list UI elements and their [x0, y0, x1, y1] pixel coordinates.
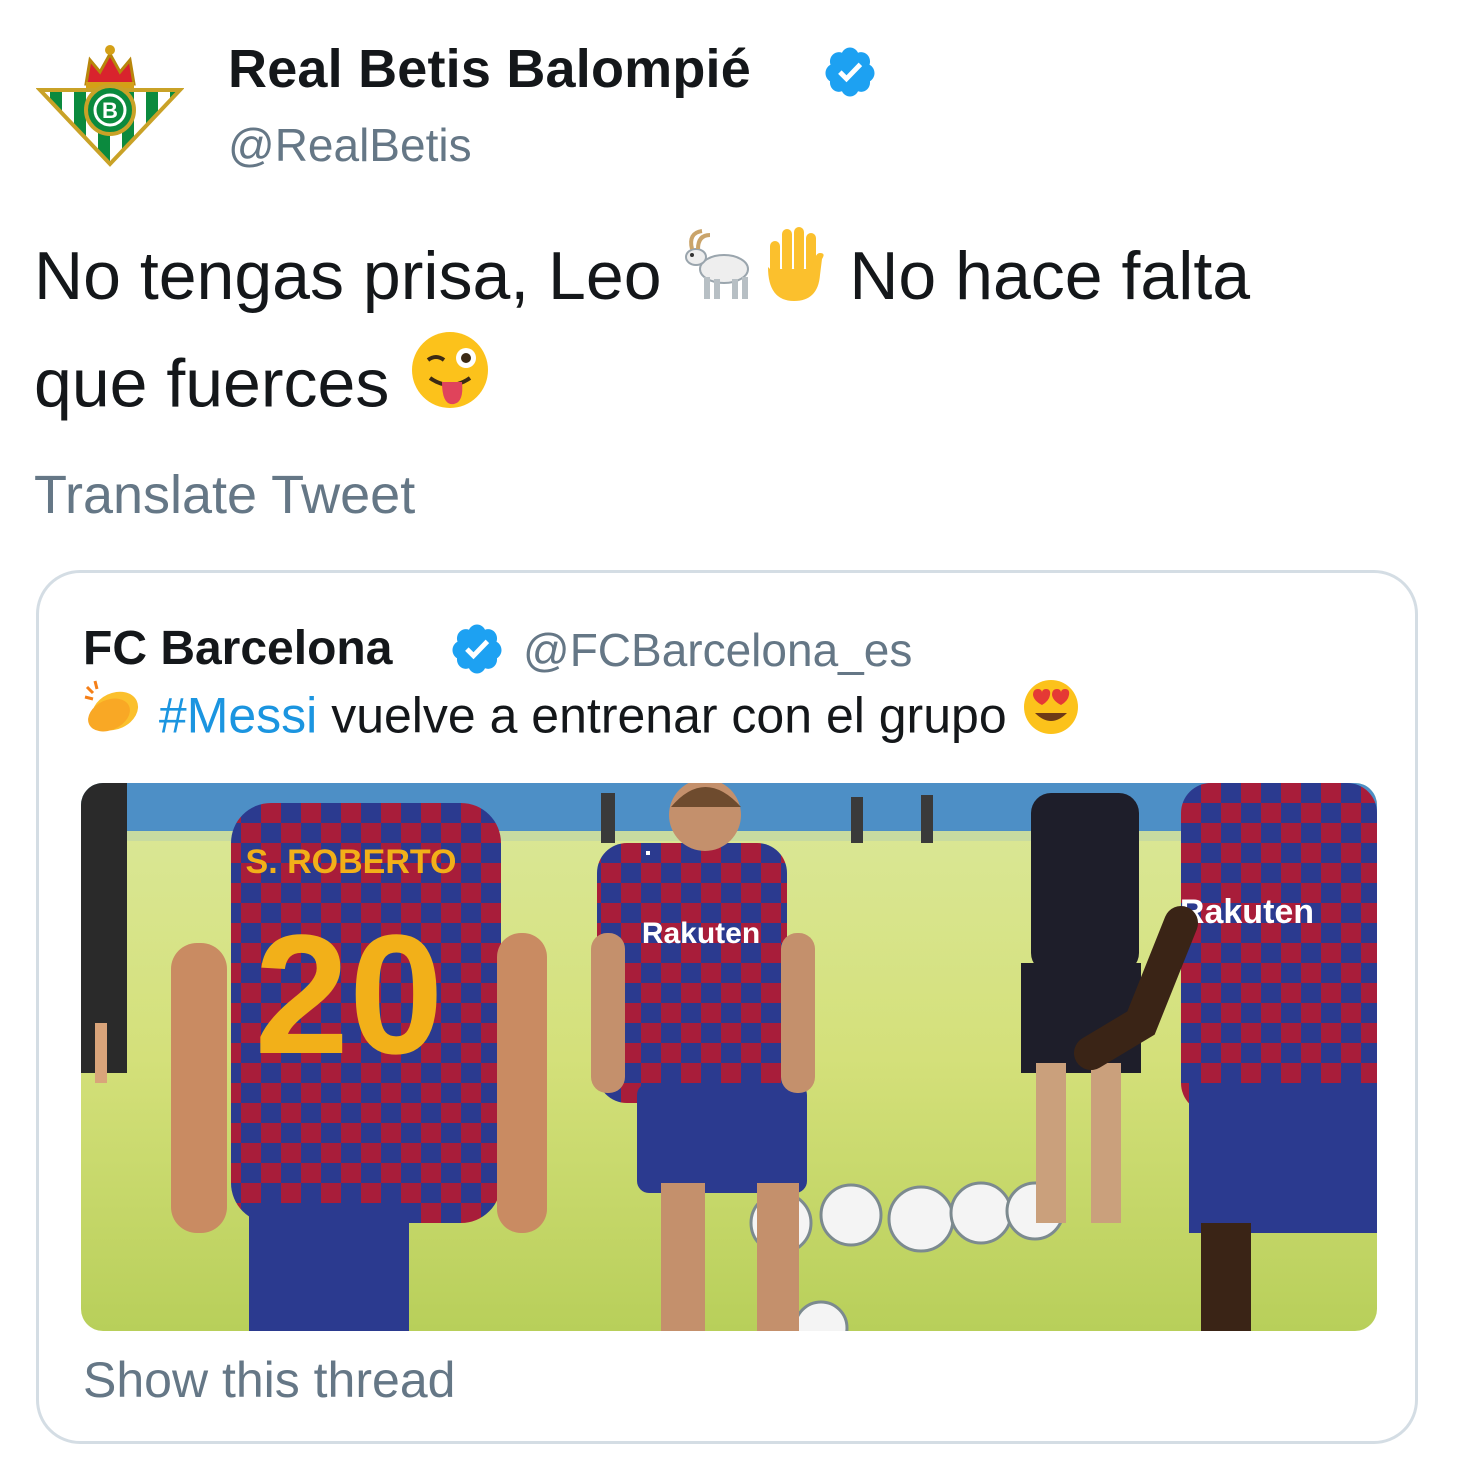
- verified-badge-icon: [825, 47, 875, 97]
- quoted-tweet-card[interactable]: FC Barcelona @FCBarcelona_es #Messi vuel…: [36, 570, 1418, 1444]
- tweet: B Real Betis Balompié @RealBetis No teng…: [0, 0, 1460, 1460]
- svg-text:Rakuten: Rakuten: [642, 917, 760, 950]
- heart-eyes-emoji-icon: [1021, 677, 1081, 750]
- clapping-hands-emoji-icon: [83, 679, 145, 748]
- svg-text:Rakuten: Rakuten: [1180, 893, 1314, 931]
- tweet-text: No tengas prisa, Leo No hace falta que f…: [34, 226, 1434, 443]
- quoted-display-name: FC Barcelona: [83, 622, 393, 675]
- betis-crest-icon: B: [35, 45, 185, 167]
- tweet-text-segment: que fuerces: [34, 345, 390, 421]
- tweet-text-segment: No tengas prisa, Leo: [34, 238, 662, 314]
- winking-face-with-tongue-emoji-icon: [408, 328, 492, 437]
- hashtag-link[interactable]: #Messi: [159, 688, 317, 744]
- quoted-text-segment: vuelve a entrenar con el grupo: [331, 687, 1007, 744]
- tweet-text-segment: No hace falta: [849, 238, 1251, 314]
- show-thread-link[interactable]: Show this thread: [83, 1351, 455, 1409]
- goat-emoji-icon: [680, 223, 760, 328]
- svg-text:B: B: [102, 98, 118, 123]
- quoted-tweet-text: #Messi vuelve a entrenar con el grupo: [83, 680, 1081, 756]
- avatar[interactable]: B: [35, 40, 185, 168]
- display-name[interactable]: Real Betis Balompié: [228, 38, 751, 100]
- raised-hand-emoji-icon: [760, 223, 830, 328]
- tweet-media-image[interactable]: 20 S. ROBERTO Rakuten Rakuten: [81, 783, 1377, 1331]
- handle[interactable]: @RealBetis: [228, 118, 472, 172]
- verified-badge-icon: [452, 624, 502, 674]
- quoted-handle: @FCBarcelona_es: [523, 624, 913, 676]
- translate-tweet-link[interactable]: Translate Tweet: [34, 464, 415, 526]
- svg-text:S. ROBERTO: S. ROBERTO: [246, 843, 457, 881]
- svg-text:20: 20: [254, 900, 443, 1090]
